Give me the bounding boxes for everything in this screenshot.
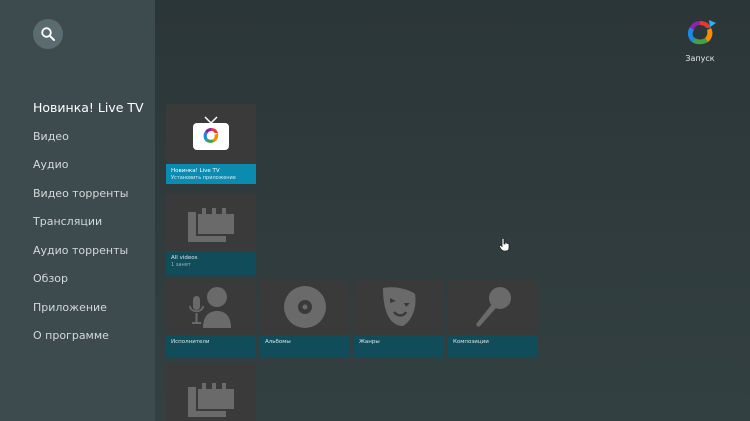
card-info: Композиции — [448, 335, 538, 358]
card-title: Исполнители — [171, 339, 210, 345]
card-subtitle: Установить приложение — [171, 175, 236, 181]
card-title: All videos — [171, 255, 198, 261]
sidebar-menu: Новинка! Live TV Видео Аудио Видео торре… — [33, 94, 155, 351]
card-artists[interactable]: Исполнители — [166, 279, 256, 358]
search-button[interactable] — [33, 19, 63, 49]
card-info: All videos 1 занят — [166, 251, 256, 275]
clapperboard-icon — [188, 207, 234, 242]
launch-button[interactable]: Запуск — [679, 18, 721, 63]
card-info: Альбомы — [260, 335, 350, 358]
sidebar-item-broadcasts[interactable]: Трансляции — [33, 208, 155, 237]
search-icon — [41, 27, 55, 41]
microphone-icon — [476, 287, 511, 327]
card-thumb — [166, 279, 256, 335]
sidebar-item-about[interactable]: О программе — [33, 322, 155, 351]
card-all-videos[interactable]: All videos 1 занят — [166, 194, 256, 275]
card-thumb — [448, 279, 538, 335]
card-subtitle: 1 занят — [171, 262, 191, 268]
sidebar: Новинка! Live TV Видео Аудио Видео торре… — [0, 0, 155, 421]
app-logo-icon — [687, 20, 716, 45]
card-genres[interactable]: Жанры — [354, 279, 444, 358]
sidebar-item-video[interactable]: Видео — [33, 123, 155, 152]
sidebar-item-video-torrents[interactable]: Видео торренты — [33, 180, 155, 209]
tv-icon — [192, 116, 230, 152]
clapperboard-icon — [188, 383, 234, 417]
card-thumb — [166, 104, 256, 164]
card-thumb — [260, 279, 350, 335]
card-title: Новинка! Live TV — [171, 168, 220, 174]
card-title: Жанры — [359, 339, 380, 345]
card-thumb — [354, 279, 444, 335]
sidebar-item-audio-torrents[interactable]: Аудио торренты — [33, 237, 155, 266]
singer-icon — [189, 287, 231, 328]
disc-icon — [284, 286, 326, 328]
hand-cursor-icon — [499, 238, 510, 252]
theater-mask-icon — [383, 287, 416, 326]
card-title: Композиции — [453, 339, 489, 345]
card-compositions[interactable]: Композиции — [448, 279, 538, 358]
card-albums[interactable]: Альбомы — [260, 279, 350, 358]
sidebar-item-audio[interactable]: Аудио — [33, 151, 155, 180]
card-info: Жанры — [354, 335, 444, 358]
sidebar-item-live-tv[interactable]: Новинка! Live TV — [33, 94, 155, 123]
card-info: Новинка! Live TV Установить приложение — [166, 164, 256, 184]
card-title: Альбомы — [265, 339, 291, 345]
sidebar-item-app[interactable]: Приложение — [33, 294, 155, 323]
launch-label: Запуск — [685, 54, 715, 63]
card-thumb — [166, 363, 256, 421]
card-info: Исполнители — [166, 335, 256, 358]
card-thumb — [166, 194, 256, 251]
sidebar-item-browse[interactable]: Обзор — [33, 265, 155, 294]
card-live-tv[interactable]: Новинка! Live TV Установить приложение — [166, 104, 256, 184]
card-videos-partial[interactable] — [166, 363, 256, 421]
